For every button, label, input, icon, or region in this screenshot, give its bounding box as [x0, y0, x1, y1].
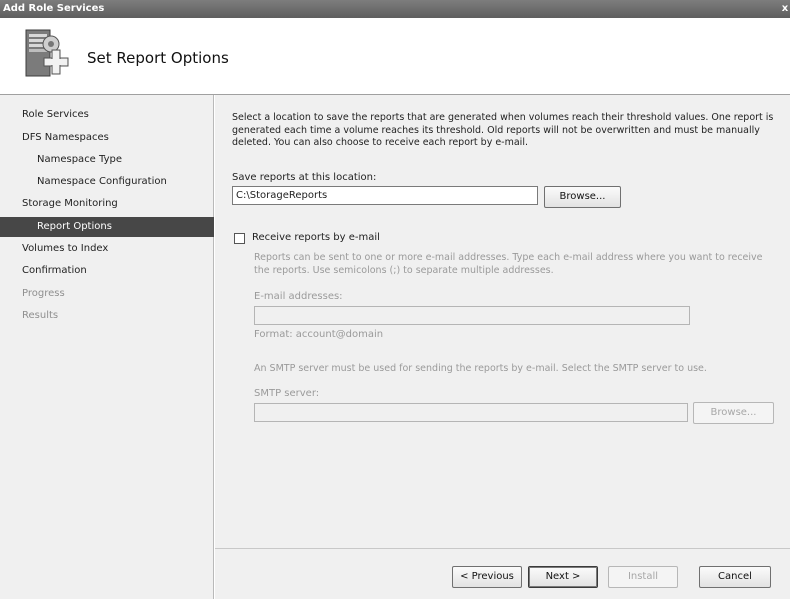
browse-button[interactable]: Browse... — [544, 186, 621, 208]
wizard-footer: < Previous Next > Install Cancel — [215, 548, 790, 599]
email-checkbox[interactable] — [234, 233, 245, 244]
window-title-bar: Add Role Services x — [0, 0, 790, 18]
nav-item-report-options[interactable]: Report Options — [0, 217, 214, 237]
save-location-label: Save reports at this location: — [232, 172, 377, 183]
save-location-field[interactable] — [232, 186, 538, 205]
nav-item-namespace-configuration[interactable]: Namespace Configuration — [0, 172, 214, 192]
close-icon[interactable]: x — [780, 0, 790, 18]
nav-item-results: Results — [22, 310, 59, 321]
main-panel: Select a location to save the reports th… — [215, 95, 790, 548]
nav-item-confirmation[interactable]: Confirmation — [0, 261, 214, 281]
smtp-server-field[interactable] — [254, 403, 688, 422]
cancel-button[interactable]: Cancel — [699, 566, 771, 588]
nav-item-dfs-namespaces[interactable]: DFS Namespaces — [0, 128, 214, 148]
nav-item-storage-monitoring[interactable]: Storage Monitoring — [0, 194, 214, 214]
email-addresses-label: E-mail addresses: — [254, 291, 343, 302]
page-title: Set Report Options — [87, 49, 229, 67]
server-wizard-icon — [25, 29, 69, 77]
email-addresses-field[interactable] — [254, 306, 690, 325]
description-text: Select a location to save the reports th… — [232, 112, 774, 148]
nav-item-progress: Progress — [22, 288, 65, 299]
email-help-text: Reports can be sent to one or more e-mai… — [254, 252, 763, 276]
wizard-nav: Role Services DFS Namespaces Namespace T… — [0, 95, 214, 599]
nav-item-volumes-to-index[interactable]: Volumes to Index — [0, 239, 214, 259]
wizard-header: Set Report Options — [0, 18, 790, 95]
window-title: Add Role Services — [3, 3, 105, 14]
install-button[interactable]: Install — [608, 566, 678, 588]
nav-item-role-services[interactable]: Role Services — [0, 105, 214, 125]
nav-item-namespace-type[interactable]: Namespace Type — [0, 150, 214, 170]
email-checkbox-label[interactable]: Receive reports by e-mail — [252, 232, 380, 243]
next-button[interactable]: Next > — [528, 566, 598, 588]
previous-button[interactable]: < Previous — [452, 566, 522, 588]
smtp-server-label: SMTP server: — [254, 388, 320, 399]
smtp-browse-button[interactable]: Browse... — [693, 402, 774, 424]
email-format-hint: Format: account@domain — [254, 329, 384, 340]
smtp-help-text: An SMTP server must be used for sending … — [254, 363, 707, 374]
